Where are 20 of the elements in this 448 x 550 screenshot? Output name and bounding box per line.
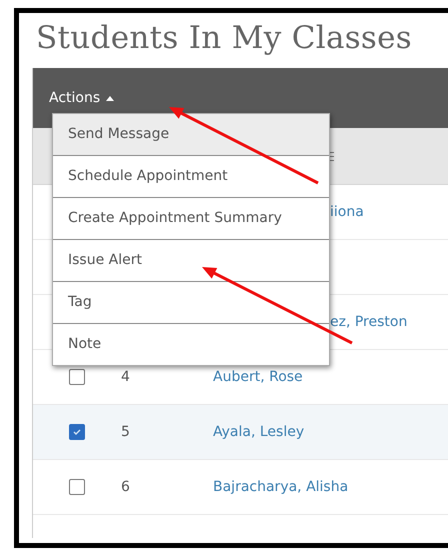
student-link[interactable]: Bajracharya, Alisha: [213, 479, 348, 495]
check-icon: [72, 427, 82, 437]
student-link[interactable]: ez, Preston: [330, 314, 408, 330]
row-number: 5: [121, 424, 130, 440]
student-link[interactable]: Ayala, Lesley: [213, 424, 304, 440]
student-link[interactable]: Aubert, Rose: [213, 369, 303, 385]
row-number: 6: [121, 479, 130, 495]
menu-item[interactable]: Note: [53, 324, 329, 365]
menu-item[interactable]: Create Appointment Summary: [53, 198, 329, 240]
caret-icon: [106, 96, 114, 100]
checkbox[interactable]: [69, 424, 85, 440]
student-link[interactable]: iiona: [330, 204, 364, 220]
actions-button[interactable]: Actions: [49, 90, 114, 106]
checkbox[interactable]: [69, 369, 85, 385]
page-title: Students In My Classes: [36, 20, 413, 58]
menu-item[interactable]: Tag: [53, 282, 329, 324]
menu-item[interactable]: Schedule Appointment: [53, 156, 329, 198]
menu-item[interactable]: Send Message: [53, 114, 329, 156]
row-number: 4: [121, 369, 130, 385]
checkbox[interactable]: [69, 479, 85, 495]
